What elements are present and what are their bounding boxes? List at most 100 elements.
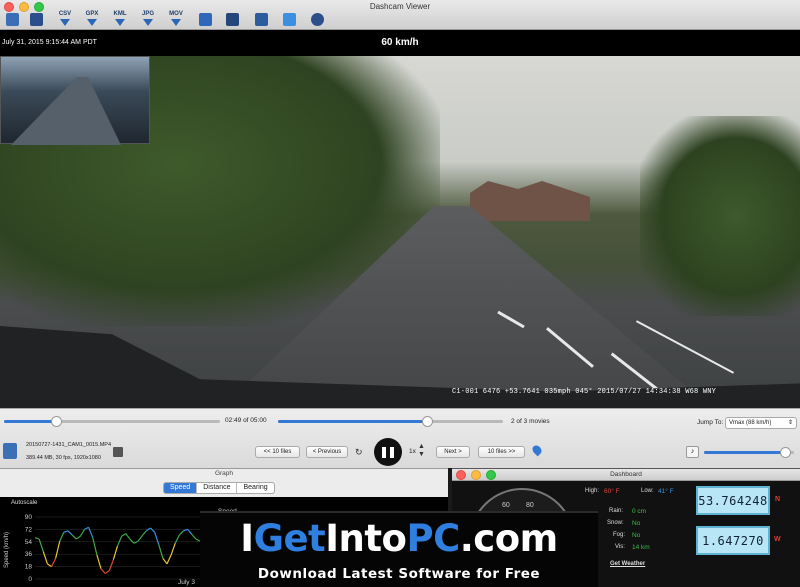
pause-button[interactable] (374, 438, 402, 466)
tab-distance[interactable]: Distance (197, 483, 238, 493)
title-toolbar: Dashcam Viewer CSV GPX KML JPG MOV (0, 0, 800, 30)
gauge-tick: 60 (502, 502, 510, 509)
snow-label: Snow: (607, 520, 624, 526)
speed-line-segment (42, 551, 48, 565)
rain-value: 0 cm (632, 508, 647, 515)
status-bar: July 31, 2015 9:15:44 AM PDT 60 km/h (0, 30, 800, 56)
speed-line-segment (79, 529, 86, 537)
tab-speed[interactable]: Speed (164, 483, 198, 493)
trees-right (640, 116, 800, 316)
y-axis-label: Speed (km/h) (4, 532, 10, 568)
time-slider[interactable] (4, 416, 220, 427)
speaker-icon[interactable]: ♪ (686, 446, 699, 458)
export-gpx-button[interactable]: GPX (83, 11, 101, 28)
time-slider-thumb[interactable] (50, 416, 62, 427)
volume-slider-fill (704, 451, 785, 454)
rain-label: Rain: (609, 508, 624, 514)
gauge-tick: 80 (526, 502, 534, 509)
download-arrow-icon (171, 19, 181, 26)
export-kml-label: KML (113, 11, 127, 17)
movie-slider[interactable] (278, 416, 503, 427)
video-overlay-text: C1-001 6476 +53.7641 035mph 045° 2015/07… (452, 388, 717, 396)
speed-line-segment (170, 542, 176, 556)
dashcam-viewer-window: Dashcam Viewer CSV GPX KML JPG MOV July … (0, 0, 800, 587)
stack-button[interactable] (27, 11, 45, 28)
speed-line-segment (133, 540, 139, 544)
terminal-button[interactable] (223, 11, 241, 28)
speed-line-segment (71, 534, 77, 540)
fog-label: Fog: (613, 532, 626, 538)
latitude-display: 53.764248 (696, 486, 770, 515)
y-tick-label: 54 (25, 539, 33, 546)
volume-slider-thumb[interactable] (780, 447, 791, 458)
visibility-label: Vis: (615, 544, 625, 550)
open-folder-button[interactable] (3, 11, 21, 28)
terminal-icon (225, 13, 239, 26)
pause-icon-bar (390, 446, 394, 458)
fog-value: No (632, 532, 641, 539)
next-button[interactable]: Next > (436, 446, 470, 458)
jump-to-select[interactable]: Vmax (88 km/h) ⇕ (725, 417, 797, 429)
time-readout: 02:49 of 05:00 (225, 417, 267, 424)
houses (470, 181, 590, 221)
high-temp-value: 60° F (604, 488, 620, 495)
export-gpx-label: GPX (85, 11, 99, 17)
dashboard-title: Dashboard (610, 471, 642, 478)
dashboard-titlebar: Dashboard (452, 469, 800, 481)
y-tick-label: 90 (25, 514, 33, 521)
movie-slider-thumb[interactable] (421, 416, 433, 427)
speed-line-segment (100, 568, 106, 574)
speed-line-segment (47, 563, 52, 568)
speed-line-segment (162, 557, 168, 565)
prev-10-files-button[interactable]: << 10 files (255, 446, 300, 458)
export-csv-label: CSV (58, 11, 72, 17)
location-pin-icon[interactable] (530, 443, 544, 457)
export-mov-button[interactable]: MOV (167, 11, 185, 28)
rate-stepper-icon[interactable]: ▲ ▼ (418, 443, 425, 459)
export-kml-button[interactable]: KML (111, 11, 129, 28)
banner-tagline: Download Latest Software for Free (257, 566, 541, 582)
low-temp-label: Low: (641, 488, 654, 494)
video-file-icon (3, 443, 17, 459)
visibility-value: 14 km (632, 544, 650, 551)
settings-button[interactable] (308, 11, 326, 28)
y-tick-label: 36 (25, 551, 33, 558)
previous-button[interactable]: < Previous (306, 446, 348, 458)
speed-line-segment (55, 540, 61, 559)
pause-icon-bar (382, 446, 386, 458)
speed-line-segment (38, 538, 44, 552)
watermark-banner: IGetIntoPC.com Download Latest Software … (200, 511, 598, 587)
graph-tabs: Speed Distance Bearing (163, 482, 275, 494)
download-arrow-icon (60, 19, 70, 26)
download-arrow-icon (87, 19, 97, 26)
volume-slider[interactable] (704, 447, 794, 458)
save-icon[interactable] (113, 447, 123, 457)
banner-logo: IGetIntoPC.com (200, 516, 598, 560)
logo-part-i: I (240, 516, 254, 560)
export-jpg-button[interactable]: JPG (139, 11, 157, 28)
playback-rate: 1x (409, 448, 416, 455)
speed-line-segment (112, 545, 119, 560)
jump-to-label: Jump To: (697, 419, 724, 426)
speed-line-segment (166, 554, 172, 565)
get-weather-link[interactable]: Get Weather (610, 561, 645, 567)
speed-line-segment (187, 529, 193, 535)
rear-camera-pip[interactable] (0, 56, 150, 145)
player-controls: 02:49 of 05:00 2 of 3 movies Jump To: Vm… (0, 408, 800, 468)
export-jpg-label: JPG (141, 11, 154, 17)
fullscreen-button[interactable] (280, 11, 298, 28)
replay-icon[interactable]: ↻ (355, 447, 363, 458)
tab-bearing[interactable]: Bearing (237, 483, 273, 493)
speed-line-segment (88, 527, 94, 538)
ruler-button[interactable] (196, 11, 214, 28)
speed-line-segment (137, 535, 143, 542)
x-date-label: July 3 (178, 579, 195, 586)
export-csv-button[interactable]: CSV (56, 11, 74, 28)
stack-icon (29, 13, 43, 26)
speed-line-segment (116, 536, 123, 547)
save-button[interactable] (252, 11, 270, 28)
video-frame[interactable]: C1-001 6476 +53.7641 035mph 045° 2015/07… (0, 56, 800, 408)
logo-part-pc: PC (406, 516, 460, 560)
next-10-files-button[interactable]: 10 files >> (478, 446, 525, 458)
speed-line-segment (158, 544, 164, 559)
